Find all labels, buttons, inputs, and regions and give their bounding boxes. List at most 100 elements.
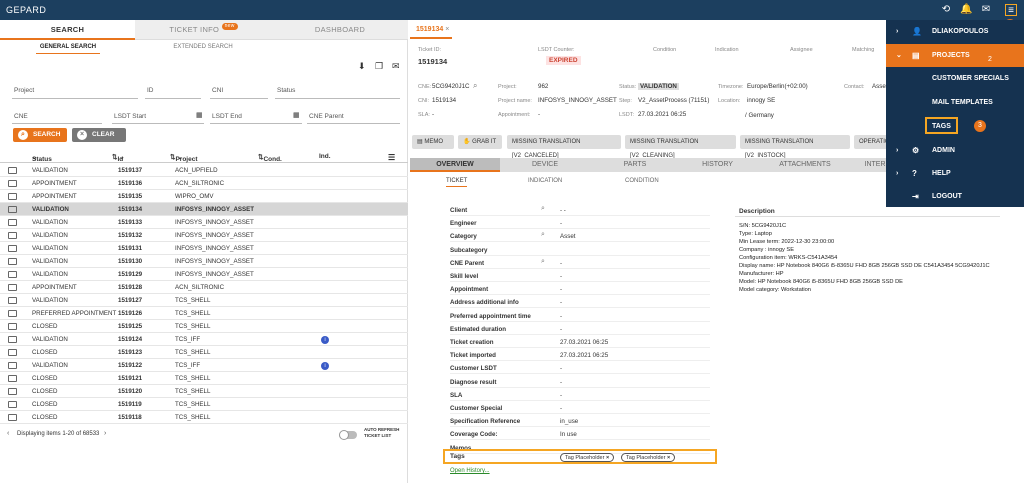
action-v2-instock-button[interactable]: MISSING TRANSLATION [V2_INSTOCK] — [740, 135, 850, 159]
search-icon[interactable]: ⌕ — [541, 258, 545, 266]
table-row[interactable]: APPOINTMENT 1519128 ACN_SILTRONIC — [0, 281, 408, 294]
bell-icon[interactable]: 🔔 — [960, 4, 972, 16]
column-cond[interactable]: ⇅ Cond. — [258, 153, 282, 163]
table-row[interactable]: VALIDATION 1519122 TCS_IFF i — [0, 359, 408, 372]
project-filter-input[interactable] — [12, 98, 138, 99]
table-row[interactable]: CLOSED 1519119 TCS_SHELL — [0, 398, 408, 411]
timezone-label: Timezone: — [718, 84, 744, 90]
lsdt-end-input[interactable] — [210, 123, 302, 124]
cne-parent-input[interactable] — [307, 123, 400, 124]
action-v2-canceled-button[interactable]: MISSING TRANSLATION [V2_CANCELED] — [507, 135, 621, 159]
column-id[interactable]: ⇅ Id ⌄ — [112, 153, 125, 163]
row-status: VALIDATION — [32, 258, 68, 265]
copy-icon[interactable]: ❐ — [375, 61, 383, 72]
subtab-condition[interactable]: CONDITION — [625, 178, 659, 184]
tab-parts[interactable]: PARTS — [590, 158, 680, 172]
subtab-extended-search[interactable]: EXTENDED SEARCH — [168, 41, 238, 54]
info-icon[interactable]: i — [321, 362, 329, 370]
row-status: VALIDATION — [32, 336, 68, 343]
folder-icon — [8, 271, 17, 278]
table-row[interactable]: VALIDATION 1519124 TCS_IFF i — [0, 333, 408, 346]
hamburger-menu-icon[interactable]: ≡ — [1005, 4, 1017, 16]
tab-dashboard[interactable]: DASHBOARD — [272, 20, 408, 40]
menu-mail-templates[interactable]: MAIL TEMPLATES — [932, 99, 993, 106]
field-row: Preferred appointment time - — [450, 310, 710, 322]
subtab-ticket[interactable]: TICKET — [446, 178, 468, 187]
column-settings-icon[interactable]: ☰ — [388, 153, 395, 162]
table-row[interactable]: VALIDATION 1519129 INFOSYS_INNOGY_ASSET — [0, 268, 408, 281]
action-v2-cleaning-button[interactable]: MISSING TRANSLATION [V2_CLEANING] — [625, 135, 736, 159]
table-row[interactable]: VALIDATION 1519137 ACN_UPFIELD — [0, 164, 408, 177]
id-filter-input[interactable] — [145, 98, 201, 99]
field-value: - — [560, 259, 563, 267]
history-icon[interactable]: ⟲ — [940, 4, 952, 16]
calendar-icon[interactable]: ▦ — [196, 111, 203, 119]
folder-icon — [8, 414, 17, 421]
prev-page-icon[interactable]: ‹ — [7, 430, 9, 437]
column-project[interactable]: ⇅ Project ⌄ — [170, 153, 198, 163]
mail-icon[interactable]: ✉ — [392, 61, 400, 72]
table-row[interactable]: CLOSED 1519125 TCS_SHELL — [0, 320, 408, 333]
memo-button[interactable]: ▤ MEMO — [412, 135, 454, 149]
row-id: 1519130 — [118, 258, 143, 265]
menu-customer-specials[interactable]: CUSTOMER SPECIALS — [932, 75, 1009, 82]
tab-history[interactable]: HISTORY — [680, 158, 755, 172]
next-page-icon[interactable]: › — [104, 430, 106, 437]
search-button[interactable]: ⌕ SEARCH — [13, 128, 67, 142]
cne-filter-input[interactable] — [12, 123, 102, 124]
tag-pill[interactable]: Tag Placeholder × — [621, 453, 676, 462]
table-row[interactable]: APPOINTMENT 1519136 ACN_SILTRONIC — [0, 177, 408, 190]
table-row[interactable]: VALIDATION 1519133 INFOSYS_INNOGY_ASSET — [0, 216, 408, 229]
menu-item-projects[interactable]: ⌄ ▤ PROJECTS — [886, 44, 1024, 67]
remove-tag-icon[interactable]: × — [606, 455, 609, 461]
table-row[interactable]: VALIDATION 1519132 INFOSYS_INNOGY_ASSET — [0, 229, 408, 242]
clear-button[interactable]: × CLEAR — [72, 128, 126, 142]
subtab-indication[interactable]: INDICATION — [528, 178, 562, 184]
table-row[interactable]: APPOINTMENT 1519135 WIPRO_OMV — [0, 190, 408, 203]
table-row[interactable]: CLOSED 1519123 TCS_SHELL — [0, 346, 408, 359]
tab-ticket-1519134[interactable]: 1519134 × — [410, 20, 452, 39]
search-icon[interactable]: ⌕ — [541, 205, 545, 213]
subtab-general-search[interactable]: GENERAL SEARCH — [36, 41, 100, 54]
tab-overview[interactable]: OVERVIEW — [410, 158, 500, 172]
divider — [735, 216, 1000, 217]
table-row[interactable]: CLOSED 1519120 TCS_SHELL — [0, 385, 408, 398]
menu-item-logout[interactable]: ⇥ LOGOUT — [886, 185, 1024, 208]
operation-button[interactable]: OPERATIO — [854, 135, 890, 149]
table-row[interactable]: VALIDATION 1519134 INFOSYS_INNOGY_ASSET — [0, 203, 408, 216]
table-row[interactable]: CLOSED 1519121 TCS_SHELL — [0, 372, 408, 385]
tab-ticket-info[interactable]: TICKET INFO new — [136, 20, 271, 40]
sla-value: - — [432, 111, 435, 118]
table-row[interactable]: VALIDATION 1519130 INFOSYS_INNOGY_ASSET — [0, 255, 408, 268]
lsdt-start-input[interactable] — [112, 123, 204, 124]
remove-tag-icon[interactable]: × — [667, 455, 670, 461]
tab-search[interactable]: SEARCH — [0, 20, 135, 40]
auto-refresh-toggle[interactable] — [339, 430, 357, 440]
menu-item-admin[interactable]: › ⚙ ADMIN — [886, 139, 1024, 162]
table-row[interactable]: VALIDATION 1519131 INFOSYS_INNOGY_ASSET — [0, 242, 408, 255]
cni-filter-input[interactable] — [210, 98, 268, 99]
table-row[interactable]: PREFERRED APPOINTMENT 1519126 TCS_SHELL — [0, 307, 408, 320]
info-icon[interactable]: i — [321, 336, 329, 344]
search-icon[interactable]: ⌕ — [541, 231, 545, 239]
search-icon[interactable]: ⌕ — [473, 81, 477, 91]
table-row[interactable]: VALIDATION 1519127 TCS_SHELL — [0, 294, 408, 307]
grab-it-button[interactable]: ✋ GRAB IT — [458, 135, 502, 149]
download-icon[interactable]: ⬇ — [358, 61, 366, 72]
menu-item-user[interactable]: › 👤 DLIAKOPOULOS — [886, 20, 1024, 43]
help-label: HELP — [932, 170, 951, 177]
tag-pill[interactable]: Tag Placeholder × — [560, 453, 615, 462]
mail-icon[interactable]: ✉ — [980, 4, 992, 16]
open-history-link[interactable]: Open History... — [450, 468, 490, 474]
tab-device[interactable]: DEVICE — [500, 158, 590, 172]
table-row[interactable]: CLOSED 1519118 TCS_SHELL — [0, 411, 408, 424]
projects-icon: ▤ — [912, 51, 920, 60]
column-ind[interactable]: Ind. — [319, 153, 331, 160]
close-icon[interactable]: × — [445, 26, 449, 33]
menu-item-help[interactable]: ›? HELP — [886, 162, 1024, 185]
calendar-icon[interactable]: ▦ — [293, 111, 300, 119]
status-filter-input[interactable] — [275, 98, 400, 99]
tab-attachments[interactable]: ATTACHMENTS — [755, 158, 855, 172]
column-status[interactable]: Status ⌄ — [32, 153, 52, 163]
row-status: VALIDATION — [32, 362, 68, 369]
